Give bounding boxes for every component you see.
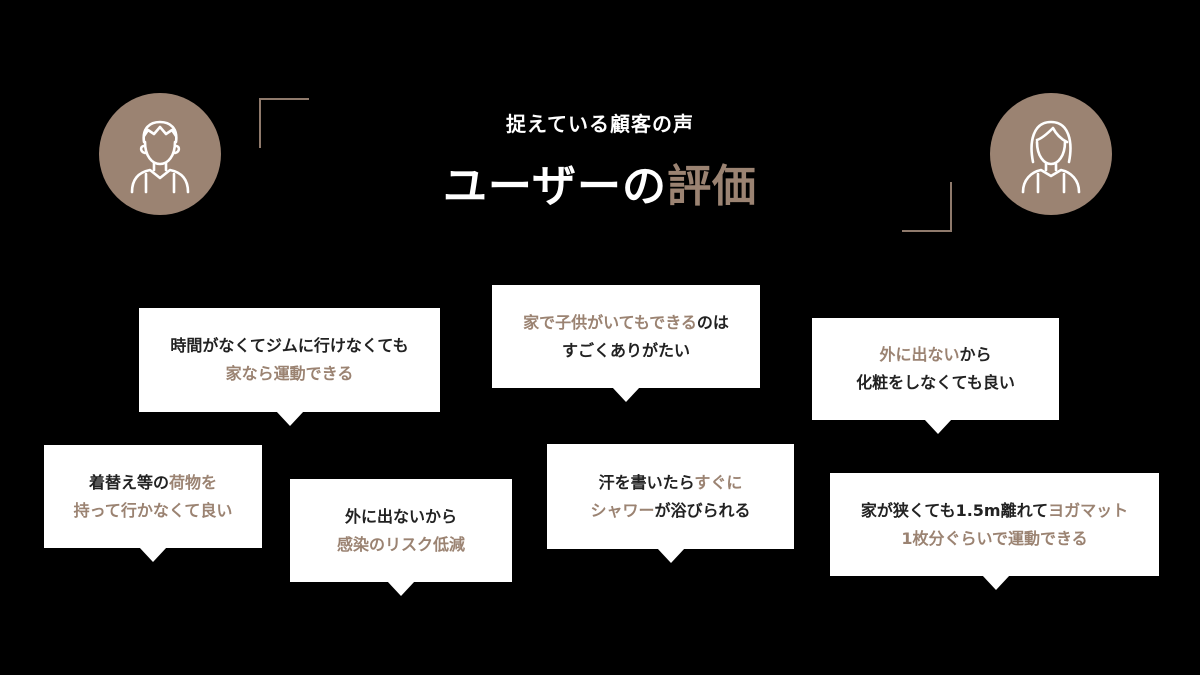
review-accent: 家で子供がいてもできる <box>523 312 697 332</box>
review-accent: 外に出ない <box>879 345 960 364</box>
review-bubble: 着替え等の荷物を 持って行かなくて良い <box>44 445 262 562</box>
review-bubble: 外に出ないから 感染のリスク低減 <box>290 479 512 596</box>
review-line: すごくありがたい <box>561 340 690 360</box>
review-line-accent: 持って行かなくて良い <box>73 500 233 520</box>
review-text: が浴びられる <box>654 500 751 520</box>
review-bubble: 時間がなくてジムに行けなくても 家なら運動できる <box>139 308 440 426</box>
review-accent: ヨガマット <box>1048 500 1129 520</box>
review-line-accent: 感染のリスク低減 <box>336 534 465 554</box>
review-line: 家が狭くても1.5m離れてヨガマット <box>861 497 1128 525</box>
review-line: 時間がなくてジムに行けなくても <box>170 336 409 355</box>
page-title: ユーザーの評価 <box>0 150 1200 214</box>
review-line: 化粧をしなくても良い <box>856 373 1015 392</box>
title-main: ユーザーの <box>442 161 668 212</box>
review-bubble: 家が狭くても1.5m離れてヨガマット 1枚分ぐらいで運動できる <box>830 473 1159 590</box>
review-bubble: 家で子供がいてもできるのは すごくありがたい <box>492 285 760 402</box>
review-text: 家が狭くても1.5m離れて <box>860 500 1049 520</box>
review-line: 外に出ないから <box>879 341 991 369</box>
review-text: のは <box>696 312 729 332</box>
review-accent: すぐに <box>694 472 743 492</box>
subtitle: 捉えている顧客の声 <box>506 112 694 136</box>
review-bubble: 外に出ないから 化粧をしなくても良い <box>812 318 1059 434</box>
review-accent: 荷物を <box>169 472 218 492</box>
review-bubble: 汗を書いたらすぐに シャワーが浴びられる <box>547 444 794 563</box>
review-accent: シャワー <box>590 500 655 520</box>
review-line: 家で子供がいてもできるのは <box>523 309 729 337</box>
review-line-accent: 家なら運動できる <box>225 364 354 383</box>
review-line: シャワーが浴びられる <box>590 497 750 525</box>
review-line: 外に出ないから <box>344 506 457 526</box>
review-text: 汗を書いたら <box>598 472 695 492</box>
review-line: 汗を書いたらすぐに <box>599 469 743 497</box>
review-text: 着替え等の <box>88 472 169 492</box>
review-text: から <box>959 345 992 364</box>
title-accent: 評価 <box>667 161 758 212</box>
review-line-accent: 1枚分ぐらいで運動できる <box>901 528 1088 548</box>
review-line: 着替え等の荷物を <box>89 469 217 497</box>
